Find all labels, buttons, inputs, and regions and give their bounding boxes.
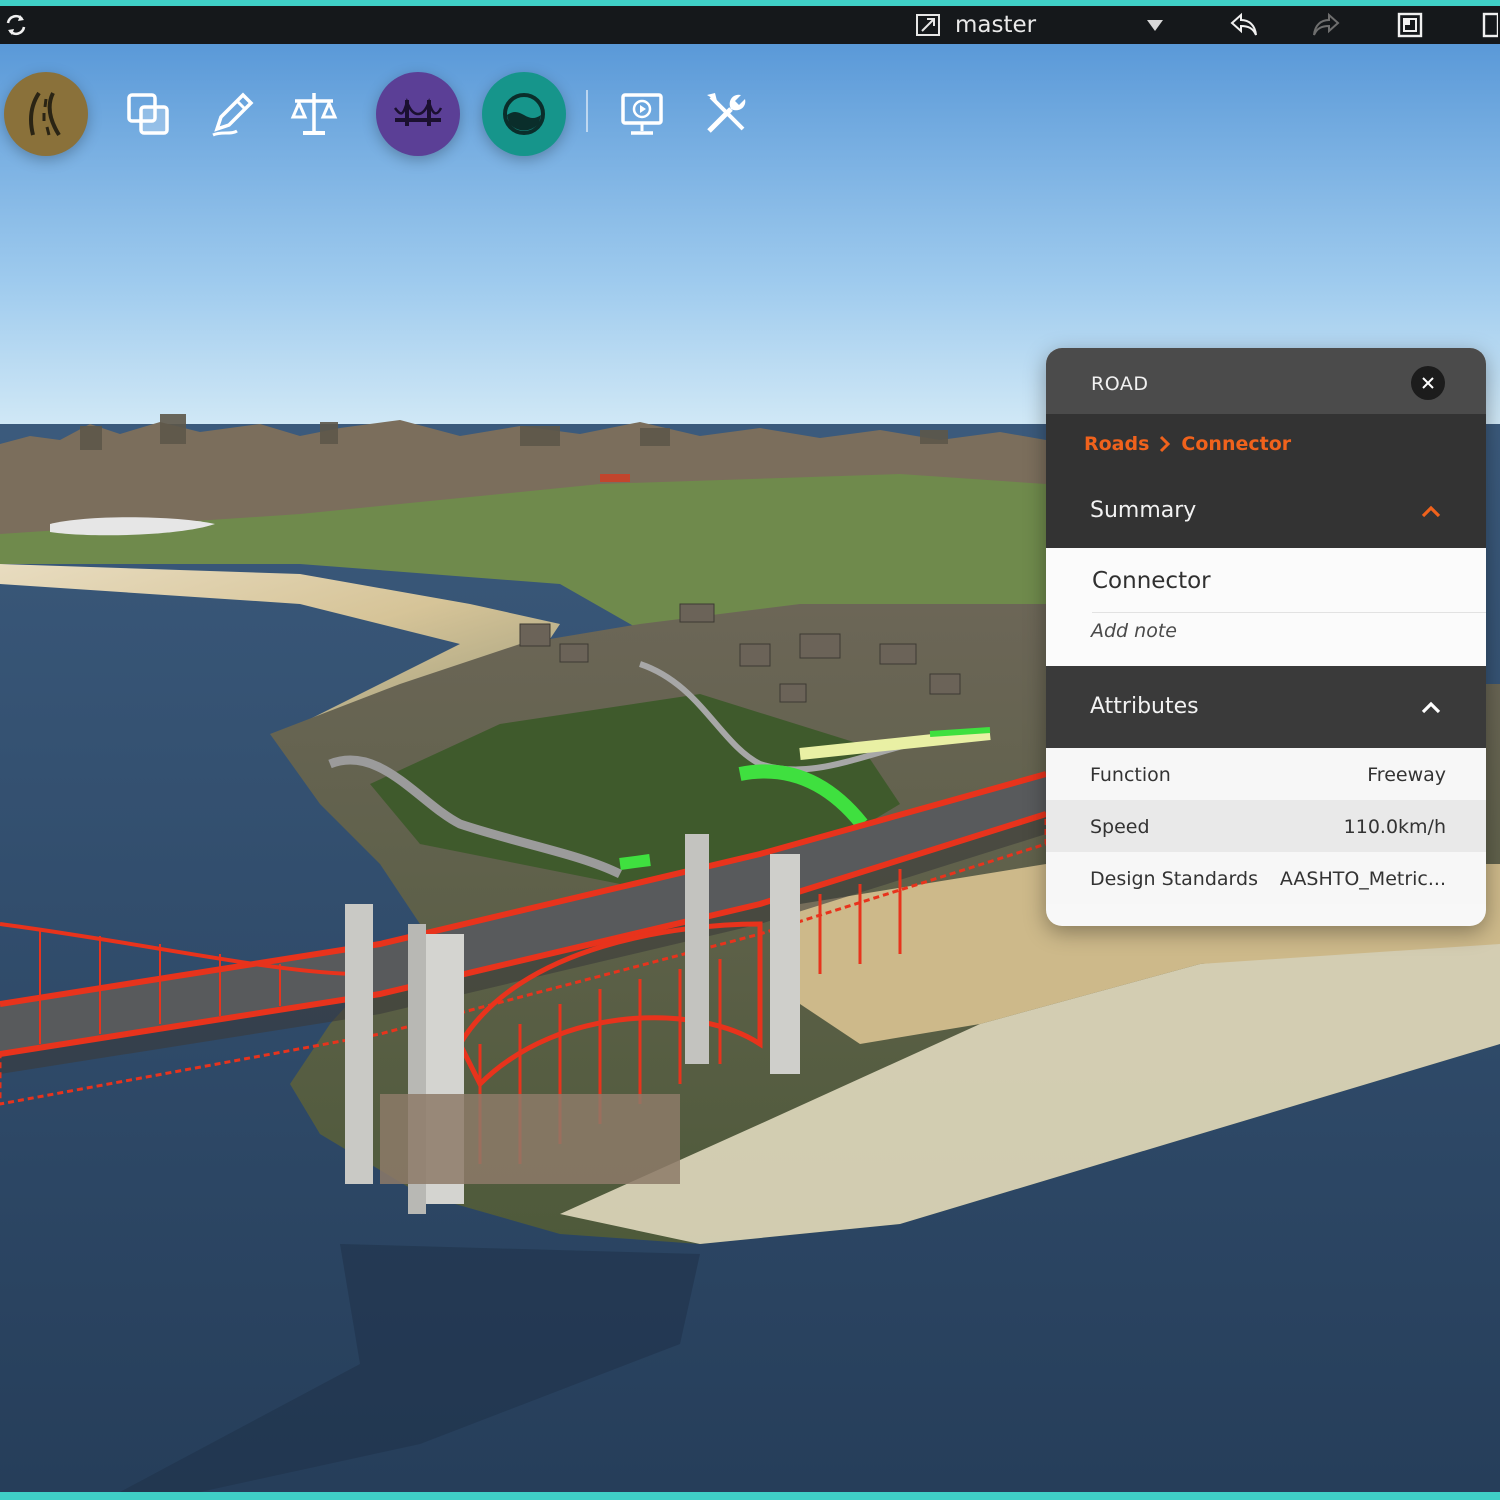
breadcrumb-current: Connector (1181, 433, 1292, 455)
window-icon (1397, 12, 1423, 38)
summary-label: Summary (1090, 498, 1197, 523)
attributes-section-header[interactable]: Attributes (1046, 666, 1486, 748)
settings-tool-button[interactable] (684, 72, 768, 156)
chevron-up-icon[interactable] (1418, 694, 1444, 720)
divider (1092, 612, 1486, 613)
summary-section-header[interactable]: Summary (1046, 474, 1486, 548)
chevron-up-icon[interactable] (1418, 498, 1444, 524)
water-icon (503, 93, 545, 135)
undo-icon (1230, 12, 1257, 36)
attribute-key: Function (1090, 764, 1171, 786)
road-icon (29, 91, 61, 137)
sync-button[interactable] (0, 6, 32, 44)
tools-icon (707, 93, 746, 133)
attribute-row-design-standards[interactable]: Design Standards AASHTO_Metric... (1046, 852, 1486, 904)
attribute-row-function[interactable]: Function Freeway (1046, 748, 1486, 800)
add-note-field[interactable]: Add note (1091, 620, 1177, 642)
top-bar: master (0, 6, 1500, 44)
attributes-table: Function Freeway Speed 110.0km/h Design … (1046, 748, 1486, 904)
panel-title: ROAD (1091, 373, 1149, 395)
pencil-icon (212, 92, 254, 137)
close-panel-button[interactable] (1411, 366, 1445, 400)
attributes-label: Attributes (1090, 694, 1199, 719)
window-button[interactable] (1392, 6, 1428, 44)
attribute-value: 110.0km/h (1343, 816, 1446, 838)
bridge-tower-right (770, 854, 800, 1074)
breadcrumb: Roads Connector (1046, 414, 1486, 474)
bridges-tool-button[interactable] (376, 72, 460, 156)
attribute-key: Design Standards (1090, 868, 1258, 890)
redo-icon (1313, 12, 1340, 36)
road-name-field[interactable]: Connector (1092, 568, 1211, 594)
ramp-green (619, 854, 651, 870)
fort-base (380, 1094, 680, 1184)
chevron-right-icon (1159, 435, 1171, 453)
attribute-value: Freeway (1367, 764, 1446, 786)
dropdown-icon (1147, 20, 1163, 31)
bridge-icon (394, 98, 443, 126)
window-border-bottom (0, 1492, 1500, 1500)
close-icon (1422, 377, 1434, 389)
tool-bar (0, 60, 780, 170)
summary-body: Connector Add note (1046, 548, 1486, 666)
attribute-key: Speed (1090, 816, 1150, 838)
branch-icon (912, 6, 944, 44)
connector-road-green-2 (929, 727, 991, 737)
water-tool-button[interactable] (482, 72, 566, 156)
roads-tool-button[interactable] (4, 72, 88, 156)
present-tool-button[interactable] (600, 72, 684, 156)
panel-header: ROAD (1046, 348, 1486, 414)
branch-dropdown-button[interactable] (1140, 6, 1170, 44)
sketch-tool-button[interactable] (190, 72, 274, 156)
copy-icon (127, 93, 169, 135)
branch-name[interactable]: master (955, 6, 1075, 44)
panel-icon (1482, 12, 1498, 38)
balance-icon (290, 93, 338, 135)
undo-button[interactable] (1226, 6, 1262, 44)
bridge-tower-left (345, 904, 373, 1184)
redo-button[interactable] (1308, 6, 1344, 44)
app-window: master ROAD Roads Connector Summary Conn… (0, 0, 1500, 1500)
copy-tool-button[interactable] (106, 72, 190, 156)
breadcrumb-roads-link[interactable]: Roads (1084, 433, 1149, 455)
presentation-icon (621, 93, 663, 135)
sync-icon (6, 14, 26, 36)
panel-toggle-button[interactable] (1476, 6, 1500, 44)
properties-panel: ROAD Roads Connector Summary Connector A… (1046, 348, 1486, 926)
toolbar-divider (586, 90, 588, 132)
attribute-value: AASHTO_Metric... (1279, 868, 1446, 890)
attribute-row-speed[interactable]: Speed 110.0km/h (1046, 800, 1486, 852)
analysis-tool-button[interactable] (272, 72, 356, 156)
